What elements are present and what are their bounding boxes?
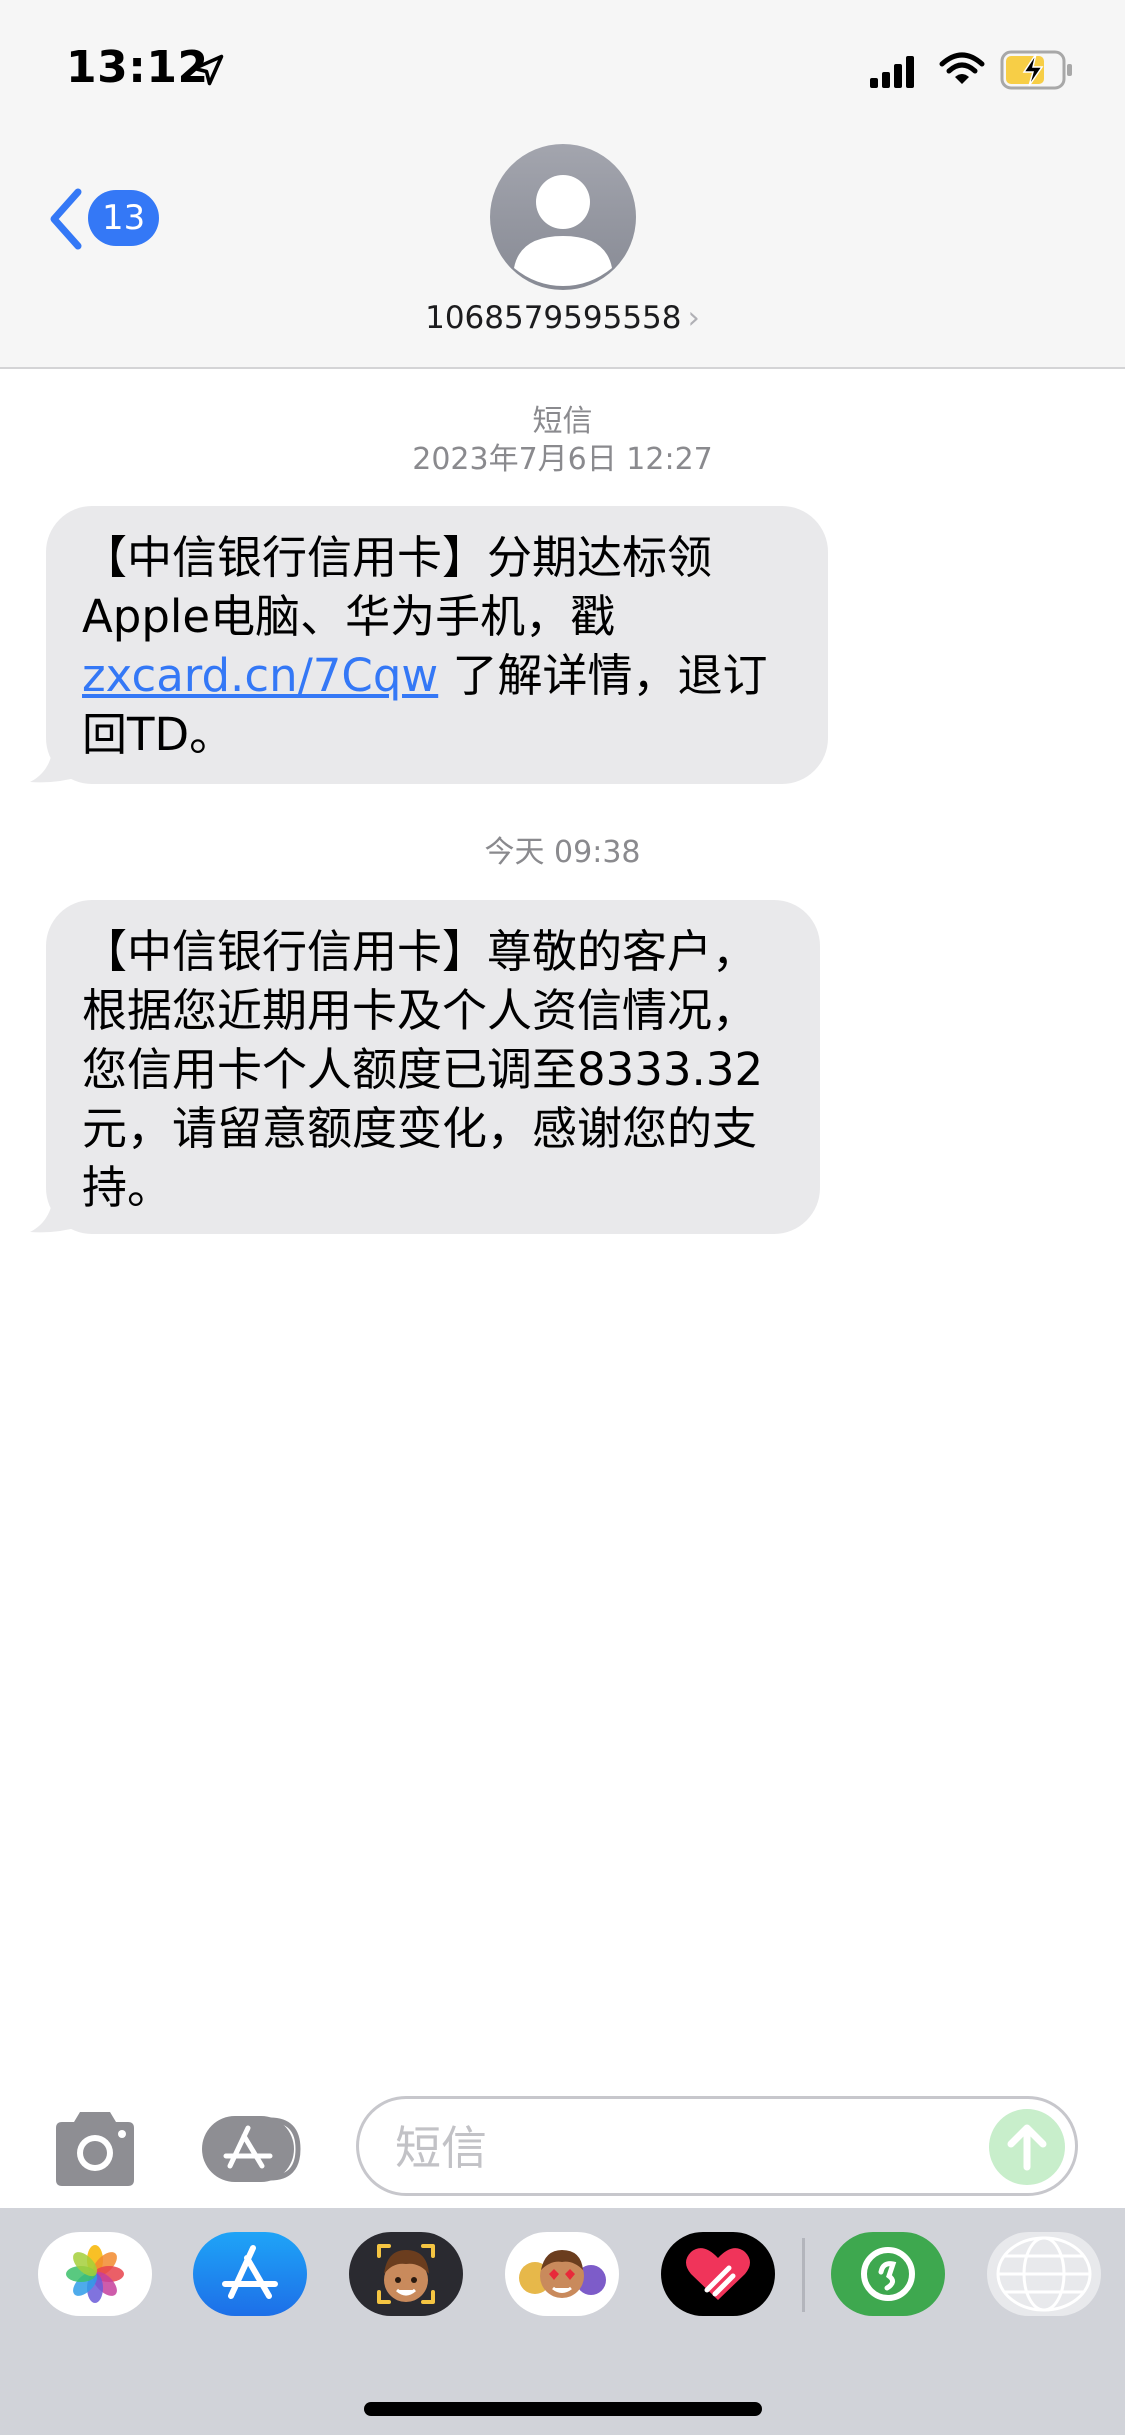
message-timestamp: 今天 09:38 <box>484 835 641 870</box>
location-arrow-icon <box>192 54 224 86</box>
person-icon <box>514 175 612 286</box>
photos-icon[interactable] <box>38 2232 152 2316</box>
contact-avatar[interactable] <box>490 144 636 290</box>
cellular-signal-icon <box>870 56 914 88</box>
back-button[interactable]: 13 <box>44 182 164 258</box>
home-indicator <box>364 2402 762 2416</box>
wifi-icon <box>939 52 985 84</box>
message-bubble[interactable]: 【中信银行信用卡】分期达标领Apple电脑、华为手机，戳 zxcard.cn/7C… <box>46 506 828 784</box>
memoji-icon[interactable] <box>349 2232 463 2316</box>
battery-charging-icon <box>1000 50 1072 90</box>
imessage-app-drawer <box>0 2208 1125 2435</box>
conversation-header: 13:12 13 1068579595558 › <box>0 0 1125 369</box>
animoji-icon[interactable] <box>505 2232 619 2316</box>
message-text: 【中信银行信用卡】尊敬的客户，根据您近期用卡及个人资信情况，您信用卡个人额度已调… <box>82 925 764 1214</box>
contact-name[interactable]: 1068579595558 › <box>0 300 1125 336</box>
unread-count-badge: 13 <box>88 190 160 246</box>
app-store-icon <box>202 2116 301 2182</box>
message-input-field[interactable] <box>356 2096 1078 2196</box>
message-text: 【中信银行信用卡】分期达标领Apple电脑、华为手机，戳 <box>82 531 713 643</box>
green-app-icon[interactable] <box>831 2232 945 2316</box>
chevron-left-icon <box>50 188 82 250</box>
app-store-icon[interactable] <box>193 2232 307 2316</box>
app-store-button[interactable] <box>200 2114 308 2184</box>
message-bubble[interactable]: 【中信银行信用卡】尊敬的客户，根据您近期用卡及个人资信情况，您信用卡个人额度已调… <box>46 900 820 1234</box>
conversation-type-label: 短信 <box>532 404 593 439</box>
drawer-divider <box>802 2238 805 2312</box>
camera-icon[interactable] <box>50 2110 140 2188</box>
send-arrow-icon <box>1007 2124 1047 2171</box>
send-button[interactable] <box>989 2109 1065 2185</box>
globe-app-icon[interactable] <box>987 2232 1101 2316</box>
message-link[interactable]: zxcard.cn/7Cqw <box>82 649 438 702</box>
message-timestamp: 2023年7月6日 12:27 <box>412 442 713 477</box>
digital-touch-icon[interactable] <box>661 2232 775 2316</box>
status-time: 13:12 <box>66 42 209 93</box>
contact-number: 1068579595558 <box>425 300 682 336</box>
message-input[interactable] <box>393 2117 997 2179</box>
chevron-right-icon: › <box>687 300 700 336</box>
